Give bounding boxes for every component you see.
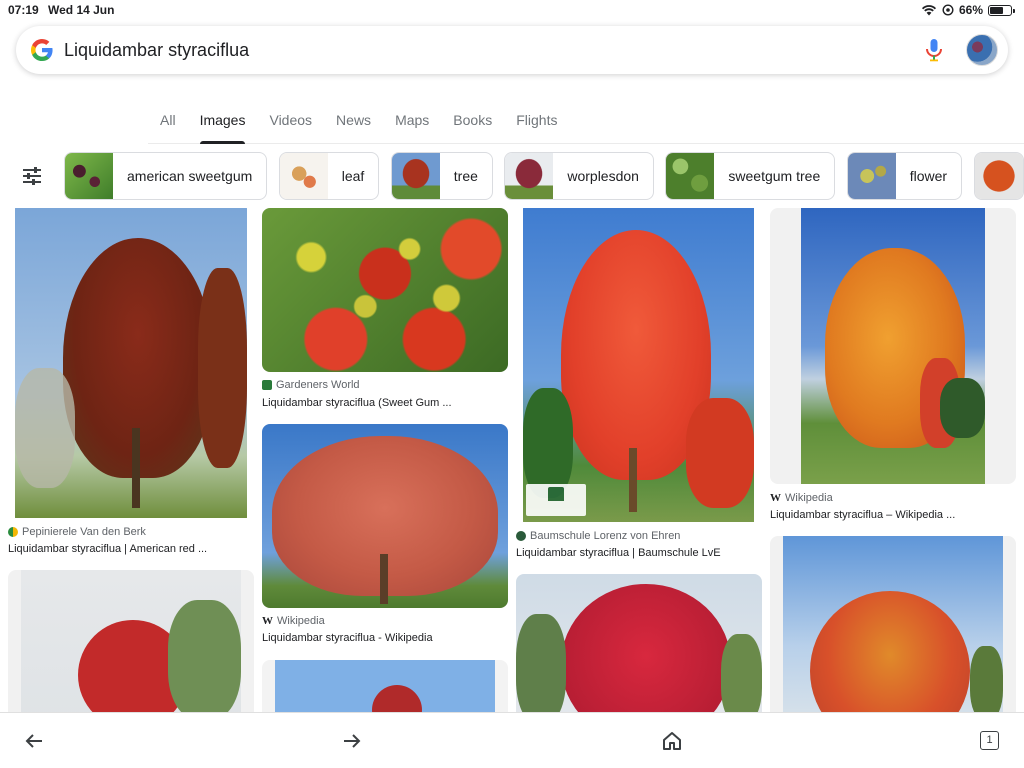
result-title[interactable]: Liquidambar styraciflua (Sweet Gum ... <box>262 397 452 409</box>
result-source[interactable]: W Wikipedia <box>770 492 833 504</box>
tab-news[interactable]: News <box>324 100 383 143</box>
result-title[interactable]: Liquidambar styraciflua – Wikipedia ... <box>770 509 955 521</box>
chip-flower[interactable]: flower <box>846 152 963 200</box>
status-bar: 07:19 Wed 14 Jun 66% <box>0 0 1024 22</box>
site-favicon-icon <box>516 531 526 541</box>
chip-label: sweetgum tree <box>728 168 821 184</box>
chip-thumbnail <box>505 153 554 199</box>
result-card[interactable]: Baumschule Lorenz von Ehren Liquidambar … <box>516 208 762 564</box>
chip-more[interactable] <box>973 152 1024 200</box>
tab-maps[interactable]: Maps <box>383 100 441 143</box>
tab-images[interactable]: Images <box>188 100 258 144</box>
microphone-icon[interactable] <box>924 38 944 62</box>
chip-label: leaf <box>341 168 365 184</box>
result-source[interactable]: Pepinierele Van den Berk <box>8 526 146 538</box>
result-card[interactable]: W Wikipedia Liquidambar styraciflua - Wi… <box>262 424 508 650</box>
account-avatar[interactable] <box>966 34 998 66</box>
chip-thumbnail <box>666 153 715 199</box>
google-logo-icon <box>31 39 53 61</box>
search-tabs: All Images Videos News Maps Books Flight… <box>148 100 1024 144</box>
wifi-icon <box>921 5 937 16</box>
location-lock-icon <box>942 4 954 16</box>
chip-label: american sweetgum <box>127 168 253 184</box>
chip-thumbnail <box>974 153 1023 199</box>
home-icon[interactable] <box>660 729 684 753</box>
site-favicon-icon <box>8 527 18 537</box>
status-time: 07:19 <box>8 3 39 17</box>
chip-thumbnail <box>847 153 896 199</box>
result-card[interactable]: Pepinierele Van den Berk Liquidambar sty… <box>8 208 254 564</box>
result-title[interactable]: Liquidambar styraciflua | American red .… <box>8 543 207 555</box>
result-title[interactable]: Liquidambar styraciflua | Baumschule LvE <box>516 547 721 559</box>
tab-all[interactable]: All <box>148 100 188 143</box>
result-image[interactable] <box>770 536 1016 720</box>
result-image[interactable] <box>262 424 508 608</box>
chip-tree[interactable]: tree <box>390 152 493 200</box>
wikipedia-w-icon: W <box>262 615 273 627</box>
tab-flights[interactable]: Flights <box>504 100 569 143</box>
forward-arrow-icon[interactable] <box>340 729 364 753</box>
result-image[interactable] <box>8 208 254 518</box>
wikipedia-w-icon: W <box>770 492 781 504</box>
status-date: Wed 14 Jun <box>48 3 115 17</box>
chip-label: worplesdon <box>567 168 639 184</box>
chip-leaf[interactable]: leaf <box>278 152 380 200</box>
result-card[interactable] <box>516 574 762 720</box>
result-image[interactable] <box>262 208 508 372</box>
result-card[interactable]: Gardeners World Liquidambar styraciflua … <box>262 208 508 414</box>
battery-percent: 66% <box>958 3 983 17</box>
browser-toolbar: 1 <box>0 712 1024 768</box>
chip-thumbnail <box>279 153 328 199</box>
result-source[interactable]: Gardeners World <box>262 379 360 391</box>
search-bar <box>16 26 1008 74</box>
result-card[interactable] <box>262 660 508 720</box>
back-arrow-icon[interactable] <box>22 729 46 753</box>
related-chips: american sweetgum leaf tree worplesdon s… <box>64 152 1024 200</box>
chip-american-sweetgum[interactable]: american sweetgum <box>64 152 268 200</box>
chip-sweetgum-tree[interactable]: sweetgum tree <box>665 152 836 200</box>
result-title[interactable]: Liquidambar styraciflua - Wikipedia <box>262 632 433 644</box>
chip-label: tree <box>453 168 478 184</box>
result-source[interactable]: W Wikipedia <box>262 615 325 627</box>
search-input[interactable] <box>64 36 884 64</box>
result-card[interactable] <box>8 570 254 720</box>
chip-label: flower <box>909 168 948 184</box>
battery-icon <box>988 4 1015 16</box>
result-image[interactable] <box>770 208 1016 484</box>
result-card[interactable]: W Wikipedia Liquidambar styraciflua – Wi… <box>770 208 1016 526</box>
chip-thumbnail <box>65 153 113 199</box>
tab-switcher-button[interactable]: 1 <box>980 731 999 750</box>
tab-videos[interactable]: Videos <box>257 100 324 143</box>
watermark-logo <box>526 484 586 516</box>
filter-sliders-icon[interactable] <box>20 164 44 188</box>
chip-worplesdon[interactable]: worplesdon <box>504 152 654 200</box>
result-image[interactable] <box>516 208 762 522</box>
chip-thumbnail <box>391 153 440 199</box>
result-image[interactable] <box>516 574 762 720</box>
result-image[interactable] <box>262 660 508 720</box>
tab-books[interactable]: Books <box>441 100 504 143</box>
result-image[interactable] <box>8 570 254 720</box>
status-right: 66% <box>921 3 1015 17</box>
result-source[interactable]: Baumschule Lorenz von Ehren <box>516 530 680 542</box>
site-favicon-icon <box>262 380 272 390</box>
result-card[interactable] <box>770 536 1016 720</box>
